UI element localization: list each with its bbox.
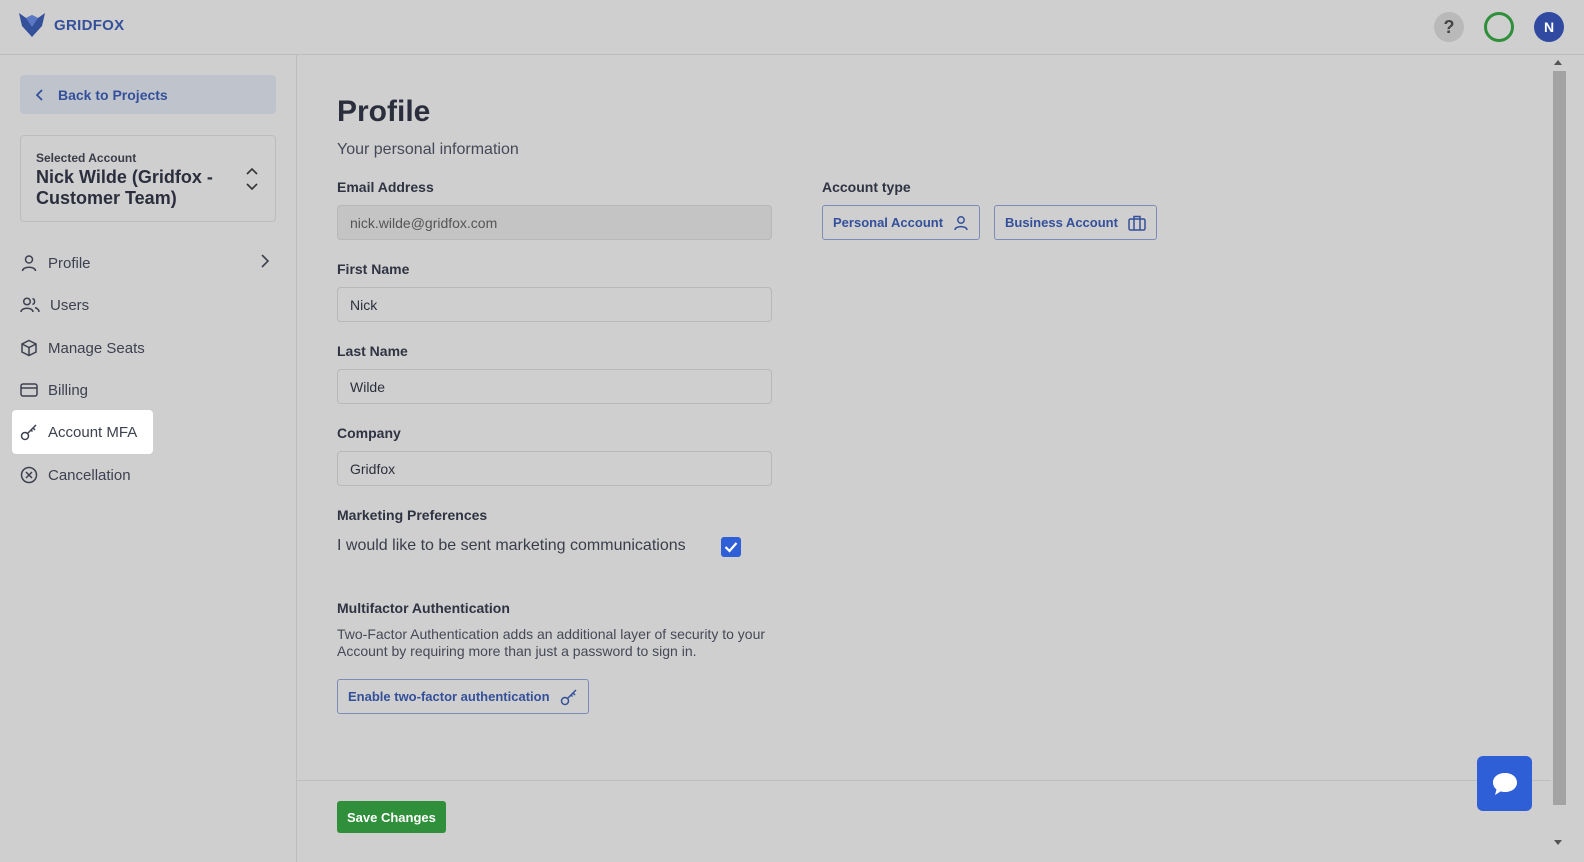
sidebar-item-users[interactable]: Users [12,283,89,327]
page-title: Profile [337,95,431,128]
status-ring-icon[interactable] [1484,12,1514,42]
business-account-button[interactable]: Business Account [994,205,1157,240]
account-selector[interactable]: Selected Account Nick Wilde (Gridfox - C… [20,135,276,222]
sidebar-item-billing[interactable]: Billing [12,368,88,412]
sidebar-item-label: Users [50,296,90,314]
business-account-label: Business Account [1005,215,1118,230]
user-icon [954,215,968,230]
user-avatar[interactable]: N [1534,12,1564,42]
top-bar: GRIDFOX ? N [0,0,1584,55]
sidebar-item-account-mfa[interactable]: Account MFA [12,410,154,454]
sidebar-item-manage-seats[interactable]: Manage Seats [12,326,145,370]
sidebar: Back to Projects Selected Account Nick W… [0,55,297,862]
chevron-left-icon [36,88,43,101]
mfa-label: Multifactor Authentication [337,600,510,616]
sidebar-item-label: Billing [48,381,89,399]
credit-card-icon [20,383,38,397]
scroll-thumb[interactable] [1553,71,1566,805]
marketing-consent-checkbox[interactable] [721,537,741,557]
scroll-up-icon[interactable] [1554,60,1562,65]
chat-widget-button[interactable] [1477,756,1532,811]
sidebar-item-label: Cancellation [48,466,131,484]
marketing-consent-text: I would like to be sent marketing commun… [337,537,686,554]
account-caption: Selected Account [36,151,137,165]
chevron-right-icon [261,254,270,268]
personal-account-button[interactable]: Personal Account [822,205,981,240]
sidebar-item-profile[interactable]: Profile [12,241,282,285]
page-subtitle: Your personal information [337,141,519,158]
scroll-down-icon[interactable] [1554,840,1562,845]
main-content: Profile Your personal information Email … [297,55,1551,862]
back-to-projects-button[interactable]: Back to Projects [20,75,276,114]
save-changes-button[interactable]: Save Changes [337,801,446,833]
enable-two-factor-button[interactable]: Enable two-factor authentication [337,679,589,714]
gridfox-logo[interactable]: GRIDFOX [18,12,124,38]
chat-bubble-icon [1492,772,1517,795]
mfa-description: Two-Factor Authentication adds an additi… [337,626,766,659]
footer-divider [297,780,1551,781]
key-icon [20,424,37,441]
fox-logo-icon [19,13,45,37]
last-name-field[interactable] [337,369,772,404]
last-name-label: Last Name [337,343,408,359]
sidebar-item-label: Manage Seats [48,339,145,357]
page-scrollbar[interactable] [1551,55,1568,862]
email-field[interactable] [337,205,772,240]
sidebar-item-label: Account MFA [48,423,138,441]
back-to-projects-label: Back to Projects [58,86,168,103]
account-name: Nick Wilde (Gridfox - Customer Team) [36,167,213,208]
company-field[interactable] [337,451,772,486]
x-circle-icon [20,466,38,484]
company-label: Company [337,425,401,441]
cube-icon [21,339,37,357]
logo-text: GRIDFOX [54,16,125,34]
marketing-preferences-label: Marketing Preferences [337,507,488,523]
checkmark-icon [724,542,738,553]
briefcase-icon [1128,215,1146,231]
user-icon [21,255,37,272]
email-label: Email Address [337,179,434,195]
enable-two-factor-label: Enable two-factor authentication [348,689,550,704]
first-name-field[interactable] [337,287,772,322]
chevron-up-down-icon [246,167,258,191]
help-icon[interactable]: ? [1434,12,1464,42]
sidebar-item-cancellation[interactable]: Cancellation [12,453,131,497]
users-icon [20,297,40,313]
personal-account-label: Personal Account [833,215,944,230]
first-name-label: First Name [337,261,410,277]
account-type-label: Account type [822,179,911,195]
sidebar-item-label: Profile [48,254,91,272]
key-icon [560,688,577,705]
